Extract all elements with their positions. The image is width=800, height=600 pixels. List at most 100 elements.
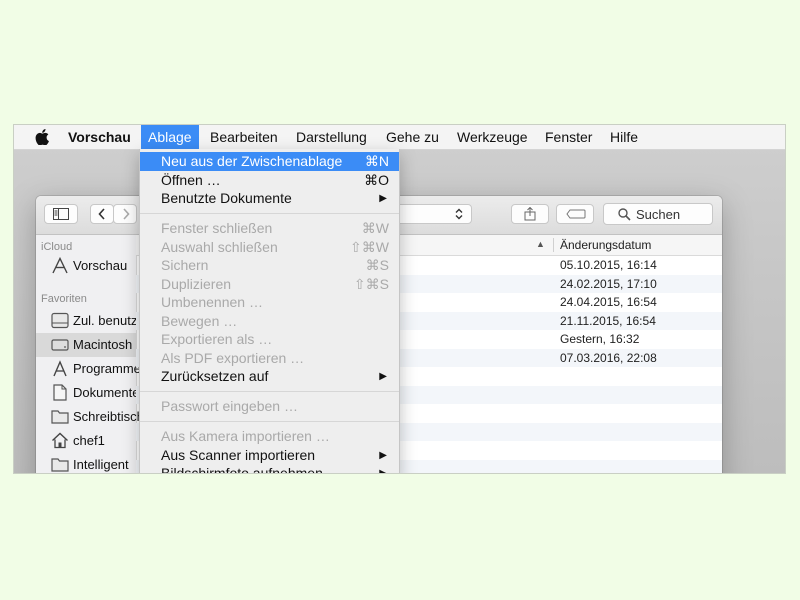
finder-sidebar: iCloud Vorschau Favoriten Zul. benutzt M… <box>36 235 144 473</box>
menu-separator <box>140 213 399 214</box>
menu-bearbeiten[interactable]: Bearbeiten <box>203 125 285 149</box>
menu-separator <box>140 391 399 392</box>
preview-app-icon <box>52 257 68 274</box>
row-date: 07.03.2016, 22:08 <box>560 350 657 365</box>
menu-item-label: Neu aus der Zwischenablage <box>161 153 343 169</box>
updown-chevron-icon <box>455 208 463 220</box>
chevron-left-icon <box>98 208 105 220</box>
menu-item-shortcut: ⌘S <box>365 257 389 273</box>
menu-ablage[interactable]: Ablage <box>141 125 199 149</box>
column-header-date[interactable]: Änderungsdatum <box>560 238 651 252</box>
back-button[interactable] <box>90 204 114 224</box>
menu-item-move: Bewegen … <box>140 312 399 331</box>
forward-button[interactable] <box>113 204 137 224</box>
menu-item-label: Fenster schließen <box>161 220 273 236</box>
menu-item-take-screenshot[interactable]: Bildschirmfoto aufnehmen ▶ <box>140 464 399 473</box>
sidebar-item-programme[interactable]: Programme <box>36 357 141 381</box>
menu-item-shortcut: ⇧⌘W <box>350 238 389 255</box>
menu-item-revert-to[interactable]: Zurücksetzen auf ▶ <box>140 367 399 386</box>
menu-item-save: Sichern ⌘S <box>140 256 399 275</box>
folder-icon <box>51 410 69 424</box>
menu-item-label: Auswahl schließen <box>161 238 278 255</box>
menu-item-label: Passwort eingeben … <box>161 398 298 414</box>
row-date: 24.04.2015, 16:54 <box>560 295 657 309</box>
sidebar-icon <box>53 208 69 220</box>
search-placeholder: Suchen <box>636 207 681 222</box>
menu-gehe-zu[interactable]: Gehe zu <box>379 125 446 149</box>
menu-item-export-pdf: Als PDF exportieren … <box>140 349 399 368</box>
menu-item-close-selection: Auswahl schließen ⇧⌘W <box>140 238 399 257</box>
menu-item-shortcut: ⇧⌘S <box>353 275 389 292</box>
menu-item-label: Aus Scanner importieren <box>161 446 316 463</box>
menu-item-label: Öffnen … <box>161 171 221 188</box>
menu-item-new-from-clipboard[interactable]: Neu aus der Zwischenablage ⌘N <box>140 152 399 171</box>
menu-app-name[interactable]: Vorschau <box>61 125 138 149</box>
menu-item-label: Zurücksetzen auf <box>161 368 269 384</box>
sidebar-item-label: Vorschau <box>73 258 128 273</box>
sidebar-item-vorschau[interactable]: Vorschau <box>36 254 136 278</box>
sidebar-header-icloud: iCloud <box>41 241 73 253</box>
menu-item-label: Als PDF exportieren … <box>161 349 305 366</box>
menu-bar: Vorschau Ablage Bearbeiten Darstellung G… <box>14 125 785 150</box>
smart-folder-icon <box>51 458 69 472</box>
menu-item-export-as: Exportieren als … <box>140 330 399 349</box>
sidebar-item-label: Dokumente <box>73 385 140 400</box>
sidebar-toggle-button[interactable] <box>44 204 78 224</box>
menu-item-recent-documents[interactable]: Benutzte Dokumente ▶ <box>140 189 399 208</box>
menu-item-label: Aus Kamera importieren … <box>161 428 330 444</box>
search-icon <box>618 208 631 221</box>
row-date: 21.11.2015, 16:54 <box>560 313 656 328</box>
menu-separator <box>140 421 399 422</box>
menu-item-label: Umbenennen … <box>161 294 263 310</box>
sidebar-item-label: Programme <box>73 361 141 376</box>
sidebar-item-dokumente[interactable]: Dokumente <box>36 381 140 405</box>
search-field[interactable]: Suchen <box>603 203 713 225</box>
menu-item-rename: Umbenennen … <box>140 293 399 312</box>
share-button[interactable] <box>511 204 549 224</box>
sidebar-item-label: Schreibtisch <box>73 409 144 424</box>
menu-werkzeuge[interactable]: Werkzeuge <box>450 125 535 149</box>
tag-icon <box>566 209 586 219</box>
row-date: 24.02.2015, 17:10 <box>560 276 657 291</box>
menu-item-open[interactable]: Öffnen … ⌘O <box>140 171 399 190</box>
screenshot-frame: Suchen iCloud Vorschau Favoriten Zul. be… <box>14 125 785 473</box>
column-separator <box>553 238 554 252</box>
applications-icon <box>53 360 67 377</box>
sidebar-item-chef1[interactable]: chef1 <box>36 429 136 453</box>
menu-fenster[interactable]: Fenster <box>538 125 599 149</box>
menu-item-shortcut: ⌘W <box>361 220 389 236</box>
ablage-menu: Neu aus der Zwischenablage ⌘N Öffnen … ⌘… <box>139 149 400 473</box>
sort-arrow-icon[interactable]: ▲ <box>536 239 545 249</box>
row-date: Gestern, 16:32 <box>560 332 640 346</box>
tags-button[interactable] <box>556 204 594 224</box>
apple-icon[interactable] <box>35 129 49 145</box>
home-icon <box>52 432 68 449</box>
menu-item-label: Sichern <box>161 257 209 273</box>
recents-icon <box>51 312 69 329</box>
menu-item-label: Duplizieren <box>161 275 232 292</box>
submenu-arrow-icon: ▶ <box>379 468 387 473</box>
menu-hilfe[interactable]: Hilfe <box>603 125 645 149</box>
menu-darstellung[interactable]: Darstellung <box>289 125 374 149</box>
menu-item-import-camera: Aus Kamera importieren … <box>140 427 399 446</box>
submenu-arrow-icon: ▶ <box>379 449 387 461</box>
chevron-right-icon <box>123 208 130 220</box>
sidebar-item-intelligent[interactable]: Intelligent <box>36 453 136 473</box>
document-icon <box>53 384 67 401</box>
sidebar-header-favorites: Favoriten <box>41 293 87 305</box>
sidebar-item-label: Macintosh <box>73 337 133 352</box>
hard-drive-icon <box>51 339 69 351</box>
sidebar-item-recents[interactable]: Zul. benutzt <box>36 309 141 333</box>
row-date: 05.10.2015, 16:14 <box>560 258 657 272</box>
share-icon <box>524 207 536 221</box>
menu-item-label: Bewegen … <box>161 312 238 329</box>
menu-item-duplicate: Duplizieren ⇧⌘S <box>140 275 399 294</box>
sidebar-item-label: chef1 <box>73 433 105 448</box>
sidebar-item-macintosh[interactable]: Macintosh <box>36 333 136 357</box>
menu-item-shortcut: ⌘N <box>364 153 389 169</box>
sidebar-item-schreibtisch[interactable]: Schreibtisch <box>36 405 144 429</box>
menu-item-label: Exportieren als … <box>161 331 273 347</box>
menu-item-import-scanner[interactable]: Aus Scanner importieren ▶ <box>140 446 399 465</box>
menu-item-shortcut: ⌘O <box>364 171 389 188</box>
submenu-arrow-icon: ▶ <box>379 371 387 382</box>
